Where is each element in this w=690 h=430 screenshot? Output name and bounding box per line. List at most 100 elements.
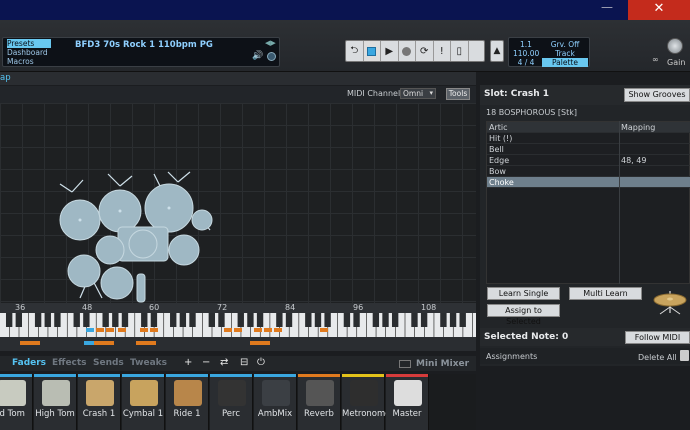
play-button[interactable]: ▶ — [381, 41, 399, 61]
mini-mixer-label[interactable]: Mini Mixer — [416, 359, 469, 369]
black-key[interactable] — [170, 313, 177, 327]
black-key[interactable] — [247, 313, 254, 327]
channel-strip[interactable]: AmbMix — [254, 374, 297, 430]
black-key[interactable] — [112, 313, 119, 327]
black-key[interactable] — [44, 313, 51, 327]
black-key[interactable] — [54, 313, 61, 327]
close-button[interactable]: ✕ — [628, 0, 690, 20]
black-key[interactable] — [276, 313, 283, 327]
column-header-mapping[interactable]: Mapping — [621, 122, 655, 133]
black-key[interactable] — [208, 313, 216, 327]
black-key[interactable] — [218, 313, 225, 327]
black-key[interactable] — [102, 313, 109, 327]
white-key[interactable] — [472, 313, 476, 337]
channel-strip[interactable]: High Tom — [34, 374, 77, 430]
black-key[interactable] — [314, 313, 322, 327]
mini-mixer-checkbox[interactable] — [399, 360, 411, 368]
loop-icon[interactable]: ⮌ — [346, 41, 364, 61]
black-key[interactable] — [449, 313, 457, 327]
black-key[interactable] — [5, 313, 13, 327]
black-key[interactable] — [141, 313, 148, 327]
channel-strip[interactable]: Cymbal 1 — [122, 374, 165, 430]
groove-toggle[interactable]: Grv. Off — [542, 40, 588, 49]
black-key[interactable] — [324, 313, 331, 327]
remove-icon[interactable]: − — [202, 357, 210, 368]
nav-macros[interactable]: Macros — [7, 57, 51, 66]
swap-icon[interactable]: ⇄ — [220, 357, 228, 368]
black-key[interactable] — [150, 313, 158, 327]
speaker-icon[interactable]: 🔊 — [252, 51, 263, 61]
black-key[interactable] — [34, 313, 42, 327]
black-key[interactable] — [189, 313, 196, 327]
black-key[interactable] — [353, 313, 360, 327]
black-key[interactable] — [382, 313, 389, 327]
black-key[interactable] — [420, 313, 428, 327]
channel-strip[interactable]: Perc — [210, 374, 253, 430]
black-key[interactable] — [83, 313, 90, 327]
gain-knob[interactable] — [667, 38, 683, 54]
record-button[interactable] — [399, 41, 416, 61]
black-key[interactable] — [73, 313, 80, 327]
drum-kit-graphic[interactable] — [50, 170, 220, 305]
multi-learn-button[interactable]: Multi Learn — [569, 287, 642, 300]
nav-presets[interactable]: Presets — [7, 39, 51, 48]
palette-toggle[interactable]: Palette — [542, 58, 588, 67]
channel-strip[interactable]: Reverb — [298, 374, 341, 430]
channel-strip[interactable]: Metronome — [342, 374, 391, 430]
black-key[interactable] — [256, 313, 264, 327]
piano-keyboard[interactable] — [0, 313, 476, 351]
black-key[interactable] — [285, 313, 293, 327]
black-key[interactable] — [411, 313, 418, 327]
black-key[interactable] — [440, 313, 447, 327]
show-grooves-button[interactable]: Show Grooves — [624, 88, 690, 102]
assign-to-selected-button[interactable]: Assign to Selected — [487, 304, 560, 326]
metronome-button[interactable]: ▲ — [490, 40, 504, 62]
channel-strip[interactable]: Crash 1 — [78, 374, 121, 430]
preset-name[interactable]: BFD3 70s Rock 1 110bpm PG — [75, 40, 213, 50]
trash-icon[interactable] — [680, 350, 689, 361]
black-key[interactable] — [391, 313, 399, 327]
channel-strip[interactable]: id Tom — [0, 374, 33, 430]
black-key[interactable] — [459, 313, 466, 327]
table-row[interactable]: Bell — [487, 144, 690, 155]
refresh-button[interactable]: ⟳ — [416, 41, 434, 61]
table-row[interactable]: Bow — [487, 166, 690, 177]
black-key[interactable] — [179, 313, 187, 327]
table-row[interactable]: Edge 48, 49 — [487, 155, 690, 166]
time-signature[interactable]: 4 / 4 — [513, 58, 539, 67]
black-key[interactable] — [15, 313, 23, 327]
extra-button[interactable]: ▯ — [451, 41, 469, 61]
add-icon[interactable]: + — [184, 357, 192, 368]
tab-faders[interactable]: Faders — [12, 358, 46, 368]
black-key[interactable] — [343, 313, 351, 327]
alert-button[interactable]: ! — [434, 41, 451, 61]
follow-midi-button[interactable]: Follow MIDI — [625, 331, 690, 344]
channel-strip[interactable]: Master — [386, 374, 429, 430]
black-key[interactable] — [372, 313, 380, 327]
strip-label: Master — [392, 409, 422, 419]
volume-knob[interactable] — [267, 52, 276, 61]
black-key[interactable] — [121, 313, 129, 327]
column-header-artic[interactable]: Artic — [489, 122, 508, 133]
black-key[interactable] — [305, 313, 312, 327]
black-key[interactable] — [237, 313, 244, 327]
tab-sends[interactable]: Sends — [93, 358, 124, 368]
tab-effects[interactable]: Effects — [52, 358, 87, 368]
delete-all-button[interactable]: Delete All — [638, 353, 677, 362]
tab-tweaks[interactable]: Tweaks — [130, 358, 167, 368]
position-readout[interactable]: 1.1 — [513, 40, 539, 49]
channel-strip[interactable]: Ride 1 — [166, 374, 209, 430]
minimize-icon[interactable]: — — [596, 0, 618, 20]
nav-dashboard[interactable]: Dashboard — [7, 48, 51, 57]
tempo-readout[interactable]: 110.00 — [513, 49, 539, 58]
preset-arrows-icon[interactable]: ◀▶ — [265, 39, 276, 47]
power-icon[interactable]: ⏻ — [257, 357, 265, 368]
track-toggle[interactable]: Track — [542, 49, 588, 58]
table-row-selected[interactable]: Choke — [487, 177, 690, 188]
midi-channel-select[interactable]: Omni ▾ — [400, 88, 436, 99]
layout-icon[interactable]: ⊟ — [240, 357, 248, 368]
table-row[interactable]: Hit (!) — [487, 133, 690, 144]
stop-button[interactable] — [363, 41, 381, 61]
learn-single-button[interactable]: Learn Single — [487, 287, 560, 300]
tools-button[interactable]: Tools — [446, 88, 470, 100]
